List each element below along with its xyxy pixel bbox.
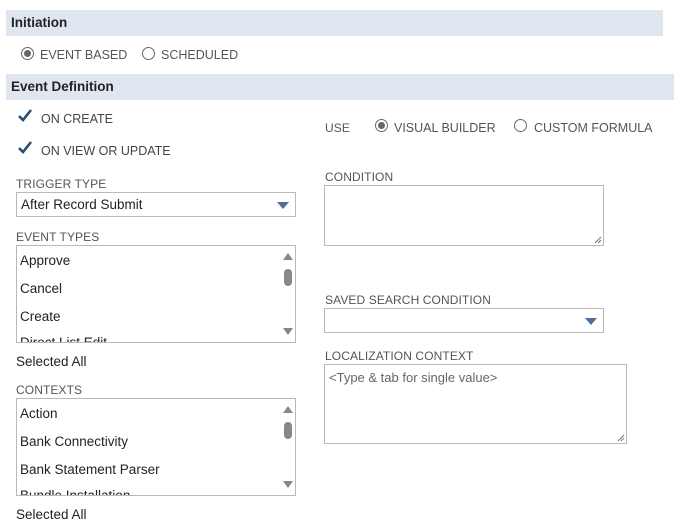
on-create-checkbox[interactable] [17, 108, 33, 124]
saved-search-condition-label: SAVED SEARCH CONDITION [325, 293, 491, 307]
condition-label: CONDITION [325, 170, 394, 184]
condition-textarea[interactable] [324, 185, 604, 246]
scheduled-label: SCHEDULED [161, 48, 239, 62]
scroll-down-icon[interactable] [283, 481, 293, 488]
initiation-header: Initiation [6, 10, 663, 36]
trigger-type-label: TRIGGER TYPE [16, 177, 107, 191]
scroll-down-icon[interactable] [283, 328, 293, 335]
list-item[interactable]: Bundle Installation [20, 488, 130, 495]
list-item[interactable]: Direct List Edit [20, 335, 107, 342]
checkmark-icon [18, 141, 33, 154]
event-definition-header: Event Definition [6, 74, 674, 100]
visual-builder-radio[interactable] [375, 119, 388, 132]
localization-context-textarea[interactable]: <Type & tab for single value> [324, 364, 627, 444]
resize-handle-icon[interactable] [594, 236, 602, 244]
scrollbar-thumb[interactable] [284, 422, 292, 439]
resize-handle-icon[interactable] [617, 434, 625, 442]
localization-context-placeholder: <Type & tab for single value> [329, 370, 498, 385]
event-types-label: EVENT TYPES [16, 230, 100, 244]
on-view-update-checkbox[interactable] [17, 140, 33, 156]
scheduled-radio[interactable] [142, 47, 155, 60]
scrollbar-thumb[interactable] [284, 269, 292, 286]
trigger-type-select[interactable]: After Record Submit [16, 192, 296, 217]
on-create-label: ON CREATE [41, 112, 113, 126]
contexts-label: CONTEXTS [16, 383, 83, 397]
event-based-label: EVENT BASED [40, 48, 128, 62]
list-item[interactable]: Action [20, 406, 58, 421]
custom-formula-radio[interactable] [514, 119, 527, 132]
list-item[interactable]: Bank Connectivity [20, 434, 128, 449]
event-based-radio[interactable] [21, 47, 34, 60]
visual-builder-label: VISUAL BUILDER [394, 121, 496, 135]
checkmark-icon [18, 109, 33, 122]
dropdown-caret-icon [585, 318, 597, 325]
event-types-selected-all: Selected All [16, 354, 87, 369]
scroll-up-icon[interactable] [283, 253, 293, 260]
use-label: USE [325, 121, 350, 135]
custom-formula-label: CUSTOM FORMULA [534, 121, 653, 135]
saved-search-condition-select[interactable] [324, 308, 604, 333]
dropdown-caret-icon [277, 202, 289, 209]
list-item[interactable]: Cancel [20, 281, 62, 296]
list-item[interactable]: Approve [20, 253, 70, 268]
on-view-update-label: ON VIEW OR UPDATE [41, 144, 171, 158]
list-item[interactable]: Create [20, 309, 61, 324]
scroll-up-icon[interactable] [283, 406, 293, 413]
localization-context-label: LOCALIZATION CONTEXT [325, 349, 474, 363]
event-types-listbox[interactable]: Approve Cancel Create Direct List Edit [16, 245, 296, 343]
contexts-listbox[interactable]: Action Bank Connectivity Bank Statement … [16, 398, 296, 496]
list-item[interactable]: Bank Statement Parser [20, 462, 160, 477]
trigger-type-value: After Record Submit [21, 197, 143, 212]
contexts-selected-all: Selected All [16, 507, 87, 522]
